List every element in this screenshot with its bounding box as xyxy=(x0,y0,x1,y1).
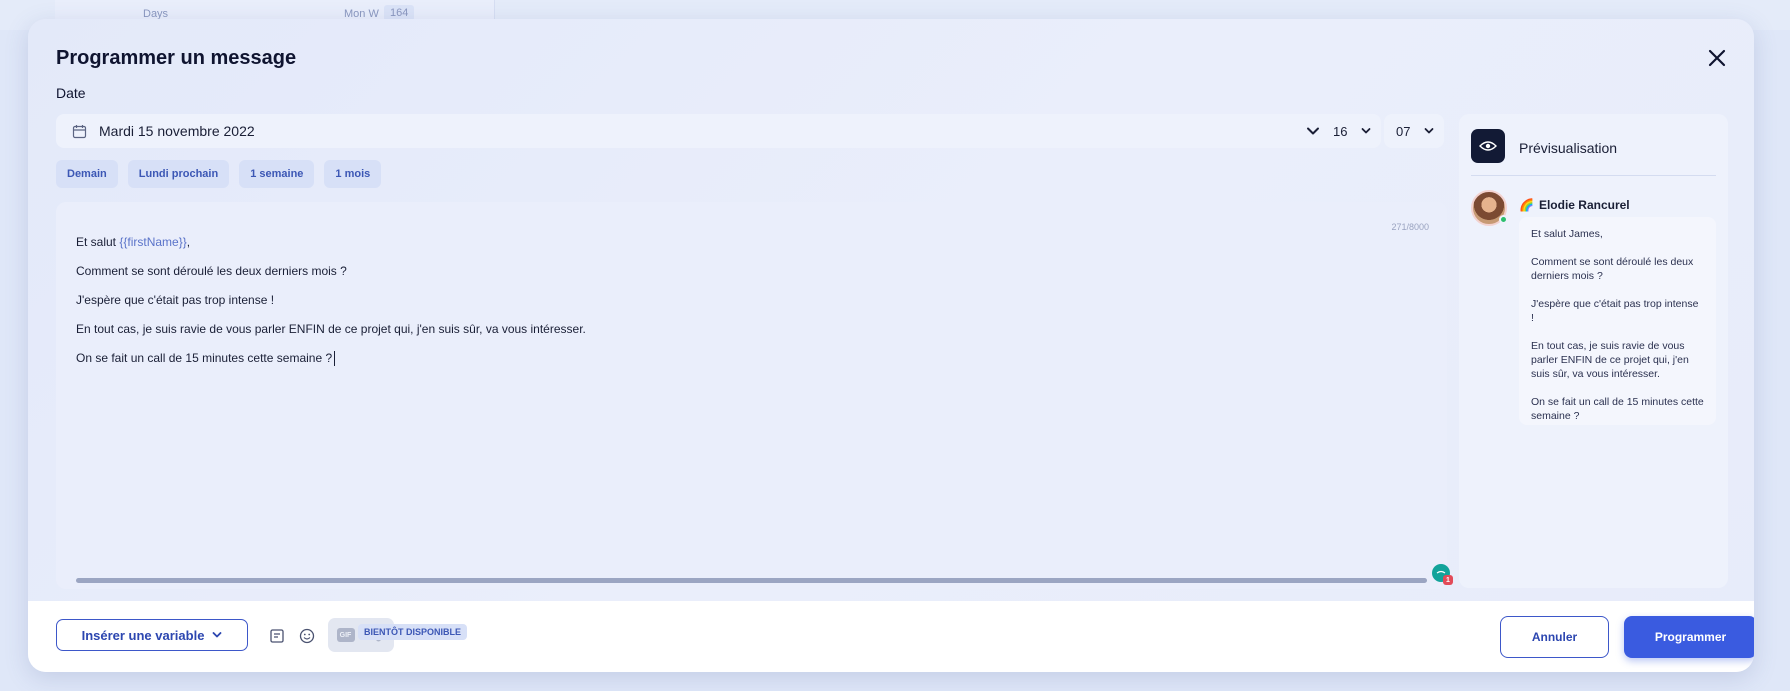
online-status-dot xyxy=(1499,215,1508,224)
message-line: J'espère que c'était pas trop intense ! xyxy=(76,293,275,307)
message-line: Et salut {{firstName}}, xyxy=(76,234,1376,250)
insert-variable-label: Insérer une variable xyxy=(81,627,205,643)
message-text-span: Et salut xyxy=(76,235,120,249)
preview-line: On se fait un call de 15 minutes cette s… xyxy=(1531,396,1704,422)
chevron-down-icon xyxy=(1361,128,1371,134)
preview-line: En tout cas, je suis ravie de vous parle… xyxy=(1531,340,1689,380)
message-line: Comment se sont déroulé les deux dernier… xyxy=(76,264,347,278)
variable-token[interactable]: {{firstName}} xyxy=(119,235,186,249)
modal-footer: Insérer une variable GIF Annuler Program… xyxy=(28,601,1754,672)
insert-variable-button[interactable]: Insérer une variable xyxy=(56,619,248,651)
modal-title: Programmer un message xyxy=(56,47,297,69)
message-line: En tout cas, je suis ravie de vous parle… xyxy=(76,322,586,336)
sender-name-text: Elodie Rancurel xyxy=(1538,198,1630,212)
message-text-span: , xyxy=(186,235,191,249)
minute-value: 07 xyxy=(1396,123,1411,139)
quick-date-chips: Demain Lundi prochain 1 semaine 1 mois xyxy=(56,160,382,188)
rainbow-icon: 🌈 xyxy=(1519,198,1534,212)
sender-name: 🌈 Elodie Rancurel xyxy=(1519,198,1630,212)
chip-1-semaine[interactable]: 1 semaine xyxy=(239,160,315,188)
message-bubble: Et salut James, Comment se sont déroulé … xyxy=(1519,217,1716,425)
schedule-button[interactable]: Programmer xyxy=(1624,616,1754,658)
grammar-alert-badge: 1 xyxy=(1443,575,1453,585)
preview-title: Prévisualisation xyxy=(1519,140,1618,156)
chip-1-mois[interactable]: 1 mois xyxy=(324,160,382,188)
close-button[interactable] xyxy=(1704,45,1730,71)
preview-line: J'espère que c'était pas trop intense ! xyxy=(1531,298,1699,324)
hour-select[interactable]: 16 xyxy=(1321,114,1381,148)
date-picker[interactable]: Mardi 15 novembre 2022 xyxy=(56,114,1336,148)
character-counter: 271/8000 xyxy=(1391,222,1429,232)
horizontal-scrollbar[interactable] xyxy=(76,578,1427,583)
eye-icon xyxy=(1471,129,1505,163)
preview-panel: Prévisualisation 🌈 Elodie Rancurel Et sa… xyxy=(1459,114,1728,588)
chip-lundi-prochain[interactable]: Lundi prochain xyxy=(127,160,230,188)
message-text-span: On se fait un call de 15 minutes cette s… xyxy=(76,351,333,365)
message-text[interactable]: Et salut {{firstName}}, Comment se sont … xyxy=(76,234,1376,379)
grammar-assistant-icon[interactable]: 1 xyxy=(1432,564,1453,585)
chip-demain[interactable]: Demain xyxy=(56,160,118,188)
close-icon xyxy=(1708,49,1726,67)
schedule-message-modal: Programmer un message Date Mardi 15 nove… xyxy=(28,19,1754,672)
template-icon[interactable] xyxy=(268,627,286,645)
coming-soon-tooltip: BIENTÔT DISPONIBLE xyxy=(358,624,468,640)
preview-line: Et salut James, xyxy=(1531,228,1603,240)
date-label: Date xyxy=(56,85,86,101)
chevron-down-icon xyxy=(1424,128,1434,134)
hour-value: 16 xyxy=(1333,123,1348,139)
chevron-down-icon xyxy=(213,632,222,638)
chevron-down-icon xyxy=(1306,126,1320,136)
calendar-icon xyxy=(72,124,87,139)
preview-line: Comment se sont déroulé les deux dernier… xyxy=(1531,256,1694,282)
gif-icon: GIF xyxy=(336,628,355,642)
message-editor[interactable]: 271/8000 Et salut {{firstName}}, Comment… xyxy=(56,202,1453,589)
message-line: On se fait un call de 15 minutes cette s… xyxy=(76,350,1376,367)
emoji-icon[interactable] xyxy=(298,627,316,645)
minute-select[interactable]: 07 xyxy=(1384,114,1444,148)
cancel-button[interactable]: Annuler xyxy=(1500,616,1609,658)
divider xyxy=(1471,175,1716,176)
text-caret xyxy=(334,351,336,367)
date-value: Mardi 15 novembre 2022 xyxy=(99,123,255,139)
